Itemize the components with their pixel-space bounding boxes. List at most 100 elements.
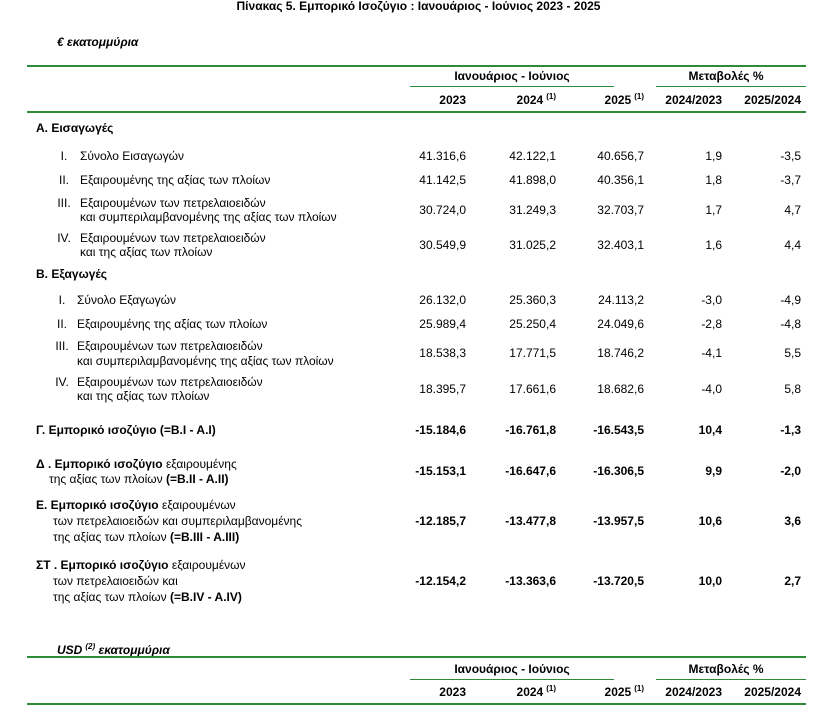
header-year-2025: 2025 (1) — [564, 92, 644, 109]
row-numeral: III. — [55, 339, 69, 353]
balance-label-bold: Δ . Εμπορικό ισοζύγιο — [36, 457, 163, 471]
header-year-2025-label: 2025 — [604, 685, 632, 699]
row-label-line-2: και της αξίας των πλοίων — [77, 389, 210, 403]
exports-row-excl-ships: II. Εξαιρουμένης της αξίας των πλοίων 25… — [0, 317, 837, 331]
value-2025: 40.356,1 — [597, 173, 644, 187]
balance-formula: (=Β.ΙΙΙ - Α.ΙΙΙ) — [170, 530, 240, 544]
usd-header-bottom-rule — [27, 703, 806, 705]
table-title: Πίνακας 5. Εμπορικό Ισοζύγιο : Ιανουάριο… — [236, 0, 601, 13]
change-2025-2024: -4,9 — [780, 293, 801, 307]
change-2025-2024: -3,7 — [780, 173, 801, 187]
balance-row-c: Γ. Εμπορικό ισοζύγιο (=Β.Ι - Α.Ι) -15.18… — [0, 423, 837, 437]
row-label-line-2: και της αξίας των πλοίων — [80, 245, 213, 259]
balance-row-e: Ε. Εμπορικό ισοζύγιο εξαιρουμένων των πε… — [0, 498, 837, 544]
header-change-2025-2024: 2025/2024 — [744, 685, 801, 699]
header-year-2024: 2024 (1) — [476, 92, 556, 109]
imports-row-excl-oil-excl-ships: IV. Εξαιρουμένων των πετρελαιοειδών και … — [0, 231, 837, 259]
change-2024-2023: 1,7 — [705, 203, 722, 217]
change-2024-2023: 9,9 — [705, 464, 722, 478]
change-2024-2023: -4,0 — [701, 382, 722, 396]
change-2024-2023: 1,6 — [705, 238, 722, 252]
header-bottom-rule — [27, 111, 806, 113]
header-year-2025: 2025 (1) — [564, 684, 644, 701]
footnote-marker: (1) — [546, 92, 556, 101]
value-2023: 18.538,3 — [419, 346, 466, 360]
value-2024: 17.771,5 — [509, 346, 556, 360]
balance-label-text: της αξίας των πλοίων — [53, 590, 167, 604]
header-change-2025-2024: 2025/2024 — [744, 93, 801, 107]
value-2025: -16.306,5 — [593, 464, 644, 478]
row-label-line-2: και συμπεριλαμβανομένης της αξίας των πλ… — [80, 210, 337, 224]
row-label-line-1: Εξαιρουμένων των πετρελαιοειδών — [80, 196, 266, 210]
value-2023: 41.142,5 — [419, 173, 466, 187]
change-2024-2023: -3,0 — [701, 293, 722, 307]
value-2024: 31.025,2 — [509, 238, 556, 252]
balance-label-line-1: Δ . Εμπορικό ισοζύγιο εξαιρουμένης — [36, 457, 237, 471]
exports-row-total: I. Σύνολο Εξαγωγών 26.132,0 25.360,3 24.… — [0, 293, 837, 307]
change-2025-2024: -3,5 — [780, 149, 801, 163]
header-year-2025-label: 2025 — [604, 93, 632, 107]
value-2024: -13.477,8 — [505, 514, 556, 528]
change-2025-2024: 3,6 — [784, 514, 801, 528]
value-2023: 30.549,9 — [419, 238, 466, 252]
change-group-underline — [656, 679, 806, 680]
balance-label-line-2: των πετρελαιοειδών και — [53, 574, 178, 588]
value-2023: -15.153,1 — [415, 464, 466, 478]
value-2024: 25.360,3 — [509, 293, 556, 307]
balance-label-line-3: της αξίας των πλοίων (=Β.ΙΙΙ - Α.ΙΙΙ) — [53, 530, 239, 544]
row-numeral: III. — [57, 196, 71, 210]
change-2025-2024: 5,5 — [784, 346, 801, 360]
change-2025-2024: -2,0 — [780, 464, 801, 478]
change-2025-2024: -4,8 — [780, 317, 801, 331]
balance-label-line-1: Ε. Εμπορικό ισοζύγιο εξαιρουμένων — [36, 498, 236, 512]
value-2025: 18.746,2 — [597, 346, 644, 360]
value-2024: 17.661,6 — [509, 382, 556, 396]
balance-row-d: Δ . Εμπορικό ισοζύγιο εξαιρουμένης της α… — [0, 457, 837, 486]
unit-suffix: εκατομμύρια — [98, 643, 170, 657]
value-2025: -13.957,5 — [593, 514, 644, 528]
row-label: Σύνολο Εξαγωγών — [77, 293, 176, 307]
value-2025: 32.403,1 — [597, 238, 644, 252]
value-2023: -12.154,2 — [415, 574, 466, 588]
value-2025: 32.703,7 — [597, 203, 644, 217]
header-year-2024: 2024 (1) — [476, 684, 556, 701]
footnote-marker: (2) — [85, 642, 96, 651]
change-2024-2023: 10,4 — [698, 423, 722, 437]
section-heading-exports: Β. Εξαγωγές — [36, 267, 108, 281]
balance-formula: (=Β.ΙΙ - Α.ΙΙ) — [166, 472, 229, 486]
change-2025-2024: 2,7 — [784, 574, 801, 588]
value-2023: 18.395,7 — [419, 382, 466, 396]
row-label-line-1: Εξαιρουμένων των πετρελαιοειδών — [77, 375, 263, 389]
row-label: Εξαιρουμένης της αξίας των πλοίων — [80, 173, 271, 187]
balance-label-line-2: της αξίας των πλοίων (=Β.ΙΙ - Α.ΙΙ) — [49, 472, 229, 486]
section-heading-imports: Α. Εισαγωγές — [36, 121, 114, 135]
value-2025: 18.682,6 — [597, 382, 644, 396]
header-change-group: Μεταβολές % — [688, 69, 764, 83]
value-2024: 41.898,0 — [509, 173, 556, 187]
value-2023: -15.184,6 — [415, 423, 466, 437]
value-2023: 25.989,4 — [419, 317, 466, 331]
change-2025-2024: 4,7 — [784, 203, 801, 217]
header-change-2024-2023: 2024/2023 — [665, 93, 722, 107]
value-2023: 26.132,0 — [419, 293, 466, 307]
imports-row-excl-oil-incl-ships: III. Εξαιρουμένων των πετρελαιοειδών και… — [0, 196, 837, 224]
imports-row-total: I. Σύνολο Εισαγωγών 41.316,6 42.122,1 40… — [0, 149, 837, 163]
value-2025: -13.720,5 — [593, 574, 644, 588]
exports-row-excl-oil-incl-ships: III. Εξαιρουμένων των πετρελαιοειδών και… — [0, 339, 837, 368]
row-numeral: II. — [56, 317, 67, 331]
exports-row-excl-oil-excl-ships: IV. Εξαιρουμένων των πετρελαιοειδών και … — [0, 375, 837, 403]
change-2024-2023: 1,9 — [705, 149, 722, 163]
balance-label-text: της αξίας των πλοίων — [53, 530, 167, 544]
header-period-group: Ιανουάριος - Ιούνιος — [454, 662, 570, 676]
row-numeral: I. — [58, 293, 66, 307]
row-label-line-1: Εξαιρουμένων των πετρελαιοειδών — [77, 339, 263, 353]
unit-label-eur: € εκατομμύρια — [57, 35, 139, 49]
header-change-group: Μεταβολές % — [688, 662, 764, 676]
row-numeral: I. — [60, 149, 68, 163]
value-2024: -16.647,6 — [505, 464, 556, 478]
change-2024-2023: 10,0 — [698, 574, 722, 588]
balance-label-line-1: ΣΤ . Εμπορικό ισοζύγιο εξαιρουμένων — [36, 558, 246, 572]
row-label-line-1: Εξαιρουμένων των πετρελαιοειδών — [80, 231, 266, 245]
balance-label-line-3: της αξίας των πλοίων (=B.IV - A.IV) — [53, 590, 242, 604]
balance-label-text: της αξίας των πλοίων — [49, 472, 163, 486]
